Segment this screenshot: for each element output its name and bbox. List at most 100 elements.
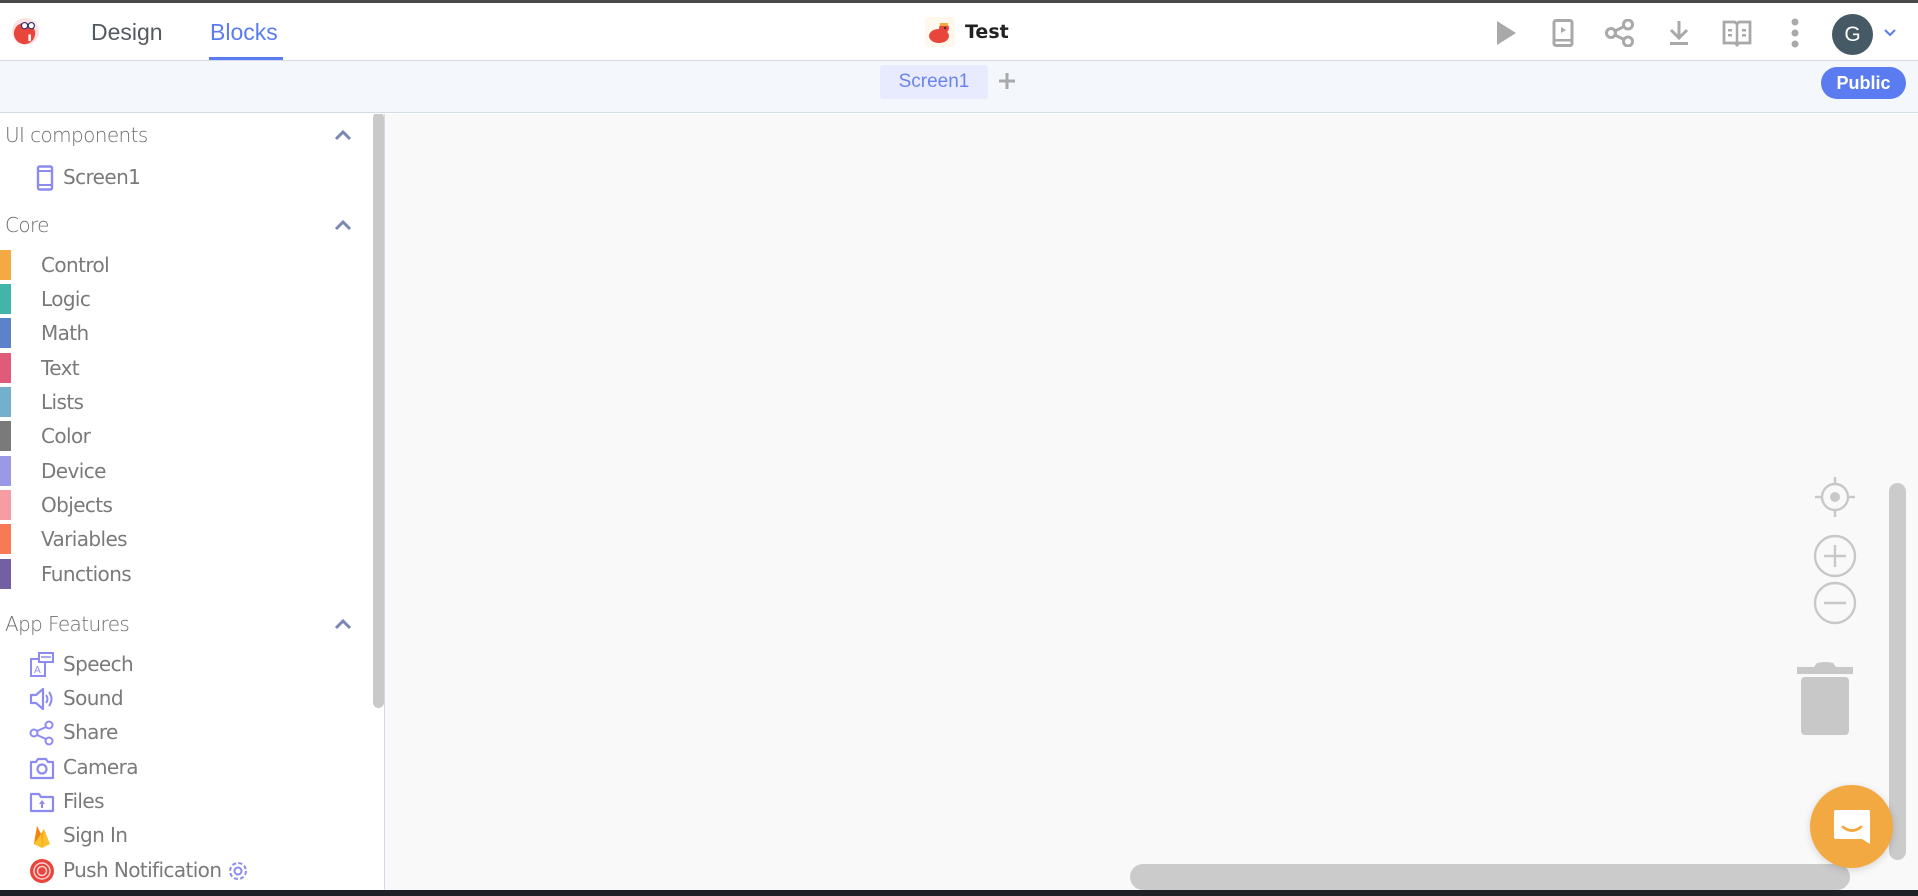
push-notification-icon (30, 859, 54, 883)
sidebar-item-label: Push Notification (63, 858, 222, 882)
sidebar-item-control[interactable]: Control (0, 249, 360, 281)
avatar-initial: G (1844, 22, 1861, 46)
app-header: Design Blocks Test G (0, 3, 1918, 61)
sidebar-item-label: Math (41, 321, 89, 345)
run-button[interactable] (1490, 17, 1522, 49)
sidebar-item-camera[interactable]: Camera (0, 751, 360, 783)
sidebar-item-label: Objects (41, 493, 113, 517)
files-icon (29, 792, 55, 813)
play-icon (1497, 21, 1516, 45)
more-menu-button[interactable] (1779, 17, 1811, 49)
section-app-features-title: App Features (5, 612, 130, 636)
sidebar-item-functions[interactable]: Functions (0, 558, 360, 590)
sidebar-item-text[interactable]: Text (0, 352, 360, 384)
visibility-badge[interactable]: Public (1821, 67, 1906, 99)
chat-icon (1833, 809, 1870, 844)
zoom-in-icon[interactable] (1813, 534, 1857, 578)
recenter-icon[interactable] (1813, 475, 1857, 519)
category-color-swatch (0, 421, 11, 451)
speech-icon: A (30, 652, 54, 677)
chevron-up-icon[interactable] (333, 617, 353, 631)
gear-icon[interactable] (227, 860, 249, 882)
download-button[interactable] (1663, 17, 1695, 49)
zoom-out-icon[interactable] (1813, 581, 1857, 625)
chevron-down-icon[interactable] (1882, 25, 1898, 41)
sidebar-item-sign-in[interactable]: Sign In (0, 819, 360, 851)
phone-screen-icon (36, 165, 54, 191)
sidebar-item-sound[interactable]: Sound (0, 682, 360, 714)
workspace-horizontal-scrollbar[interactable] (1130, 864, 1850, 890)
share-button[interactable] (1604, 17, 1636, 49)
category-color-swatch (0, 250, 11, 280)
category-color-swatch (0, 524, 11, 554)
sidebar-item-files[interactable]: Files (0, 785, 360, 817)
sidebar-item-label: Device (41, 459, 106, 483)
section-core-title: Core (5, 213, 49, 237)
device-preview-icon (1552, 19, 1574, 47)
category-color-swatch (0, 387, 11, 417)
sidebar-item-label: Share (63, 720, 118, 744)
sound-icon (29, 687, 53, 711)
project-title-area: Test (925, 17, 1009, 47)
tab-design[interactable]: Design (91, 17, 163, 47)
sidebar-item-label: Control (41, 253, 110, 277)
blocks-sidebar: UI components Screen1 Core Control Logic… (0, 114, 385, 890)
sidebar-item-push-notification[interactable]: Push Notification (0, 854, 360, 886)
sidebar-item-label: Logic (41, 287, 91, 311)
sidebar-item-label: Variables (41, 527, 128, 551)
section-ui-components-title: UI components (5, 123, 148, 147)
sidebar-item-screen1[interactable]: Screen1 (0, 161, 360, 193)
sidebar-item-label: Text (41, 356, 80, 380)
sidebar-item-variables[interactable]: Variables (0, 523, 360, 555)
sidebar-item-label: Sound (63, 686, 124, 710)
category-color-swatch (0, 318, 11, 348)
category-color-swatch (0, 353, 11, 383)
firebase-icon (34, 826, 50, 848)
sidebar-item-lists[interactable]: Lists (0, 386, 360, 418)
sidebar-scrollbar[interactable] (373, 114, 384, 708)
sidebar-item-objects[interactable]: Objects (0, 489, 360, 521)
sidebar-item-speech[interactable]: A Speech (0, 648, 360, 680)
svg-text:A: A (34, 665, 41, 676)
sidebar-item-label: Functions (41, 562, 132, 586)
docs-book-icon (1722, 20, 1752, 47)
screen-tab-bar: Screen1 Public (0, 61, 1918, 113)
sidebar-item-label: Files (63, 789, 104, 813)
category-color-swatch (0, 490, 11, 520)
share-icon (1605, 19, 1634, 47)
app-logo-icon[interactable] (11, 17, 40, 46)
category-color-swatch (0, 284, 11, 314)
add-screen-icon[interactable] (996, 70, 1018, 92)
device-preview-button[interactable] (1547, 17, 1579, 49)
support-chat-button[interactable] (1810, 785, 1893, 868)
sidebar-item-label: Sign In (63, 823, 128, 847)
workspace-vertical-scrollbar[interactable] (1889, 483, 1906, 860)
blocks-workspace[interactable] (385, 114, 1918, 890)
sidebar-item-logic[interactable]: Logic (0, 283, 360, 315)
active-tab-underline (209, 57, 283, 60)
trash-icon[interactable] (1795, 661, 1855, 737)
category-color-swatch (0, 559, 11, 589)
window-bottom-edge (0, 890, 1918, 896)
sidebar-item-device[interactable]: Device (0, 455, 360, 487)
project-mascot-icon (925, 17, 955, 47)
sidebar-item-label: Camera (63, 755, 138, 779)
sidebar-item-math[interactable]: Math (0, 317, 360, 349)
sidebar-item-share[interactable]: Share (0, 716, 360, 748)
sidebar-item-label: Color (41, 424, 91, 448)
more-vert-icon (1791, 18, 1799, 48)
category-color-swatch (0, 456, 11, 486)
chevron-up-icon[interactable] (333, 218, 353, 232)
sidebar-item-label: Lists (41, 390, 84, 414)
sidebar-item-label: Screen1 (63, 165, 141, 189)
camera-icon (29, 757, 55, 780)
sidebar-item-label: Speech (63, 652, 134, 676)
documentation-button[interactable] (1721, 17, 1753, 49)
chevron-up-icon[interactable] (333, 128, 353, 142)
tab-blocks[interactable]: Blocks (210, 17, 278, 47)
project-title: Test (965, 21, 1009, 43)
sidebar-item-color[interactable]: Color (0, 420, 360, 452)
download-icon (1669, 21, 1689, 45)
user-avatar[interactable]: G (1832, 14, 1873, 55)
screen-tab-screen1[interactable]: Screen1 (880, 65, 988, 99)
